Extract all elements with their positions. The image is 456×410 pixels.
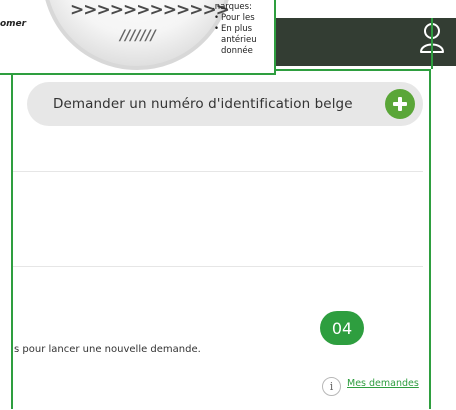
remarks-item: • En plus [212, 24, 274, 35]
remarks-item: antérieu [212, 35, 274, 46]
remarks-item-text: antérieu [221, 35, 257, 45]
step-badge: 04 [320, 311, 364, 345]
bullet-icon: • [214, 24, 220, 34]
new-request-instruction: s pour lancer une nouvelle demande. [14, 344, 201, 355]
remarks-item-text: Pour les [221, 13, 255, 23]
remarks-item: • Pour les [212, 13, 274, 24]
remarks-item-text: donnée [221, 46, 253, 56]
request-button-label: Demander un numéro d'identification belg… [53, 96, 353, 112]
inset-left-text: omer [0, 19, 27, 29]
inset-slashes: /////// [120, 28, 156, 44]
remarks-item-text: En plus [221, 24, 253, 34]
plus-icon[interactable] [385, 89, 415, 119]
my-requests-link[interactable]: Mes demandes [347, 378, 419, 389]
remarks-item: donnée [212, 46, 274, 57]
inset-chevrons: >>>>>>>>>>>> [70, 0, 230, 20]
info-icon[interactable]: i [322, 377, 341, 396]
frame-border-segment [431, 18, 433, 69]
request-belgian-id-button[interactable]: Demander un numéro d'identification belg… [27, 82, 423, 126]
divider [13, 171, 423, 172]
bullet-icon: • [214, 13, 220, 23]
remarks-block: .narques: • Pour les • En plus antérieu … [212, 2, 274, 57]
zoom-inset: omer >>>>>>>>>>>> /////// .narques: • Po… [0, 0, 276, 75]
divider [13, 266, 423, 267]
remarks-title: .narques: [212, 2, 252, 12]
